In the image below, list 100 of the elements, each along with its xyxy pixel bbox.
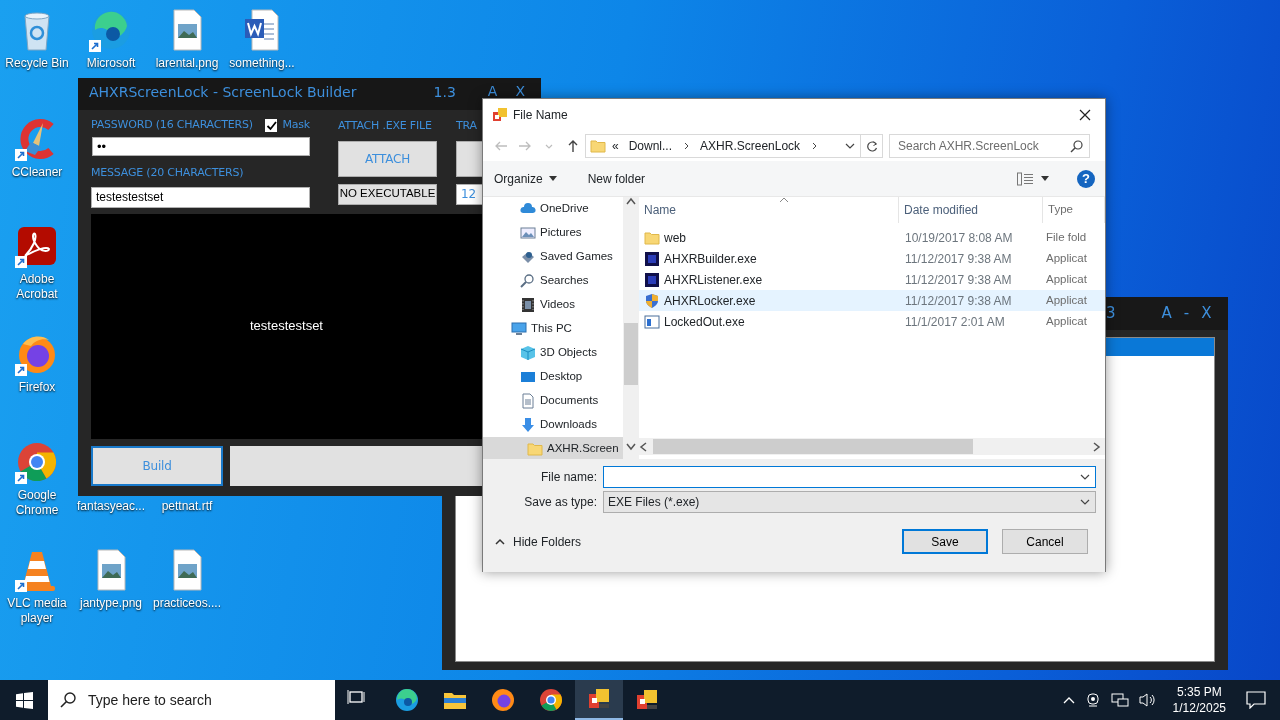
check-icon [265, 119, 277, 131]
breadcrumb[interactable]: AXHR.ScreenLock [700, 137, 801, 155]
preview-text: testestestset [250, 317, 323, 336]
speaker-icon[interactable] [1138, 692, 1157, 708]
nav-item[interactable]: Searches [483, 269, 623, 293]
nav-item[interactable]: Videos [483, 293, 623, 317]
clock[interactable]: 5:35 PM 1/12/2025 [1172, 684, 1226, 716]
folder-icon [590, 138, 606, 154]
window-control[interactable]: A [487, 85, 498, 98]
breadcrumb[interactable]: « [612, 137, 619, 155]
window-control[interactable]: X [1201, 302, 1212, 325]
file-row[interactable]: AHXRListener.exe 11/12/2017 9:38 AM Applicat [639, 269, 1105, 290]
new-folder-button[interactable]: New folder [587, 169, 646, 188]
search-icon [520, 273, 536, 289]
window-control[interactable]: A [1161, 302, 1172, 325]
scroll-thumb[interactable] [653, 439, 973, 454]
pictures-icon [520, 225, 536, 241]
search-icon [1070, 139, 1083, 153]
chevron-up-icon [495, 538, 505, 545]
videos-icon [520, 297, 536, 313]
help-button[interactable]: ? [1077, 169, 1095, 188]
network-icon[interactable] [1110, 692, 1129, 708]
password-field[interactable]: •• [92, 137, 310, 156]
folder-icon [644, 229, 660, 246]
browser-icon[interactable] [491, 688, 515, 712]
window-title: AHXRScreenLock - ScreenLock Builder [89, 84, 357, 100]
column-header[interactable]: Type [1043, 197, 1105, 223]
save-button[interactable]: Save [902, 529, 988, 554]
window-control[interactable]: X [515, 85, 525, 98]
search-icon [60, 692, 76, 708]
message-field[interactable]: testestestset [91, 186, 310, 208]
file-name-field[interactable] [603, 466, 1096, 488]
chevron-up-icon[interactable] [626, 197, 636, 205]
chevron-left-icon[interactable] [639, 441, 647, 452]
scrollbar[interactable] [639, 438, 1105, 455]
webcam-icon[interactable] [1084, 692, 1101, 708]
nav-item[interactable]: Documents [483, 389, 623, 413]
app-icon [644, 250, 660, 267]
field-label: PASSWORD (16 CHARACTERS) [91, 116, 253, 133]
hide-folders-button[interactable]: Hide Folders [495, 532, 582, 551]
file-row[interactable]: LockedOut.exe 11/1/2017 2:01 AM Applicat [639, 311, 1105, 332]
mask-checkbox[interactable] [264, 118, 278, 132]
chevron-right-icon[interactable] [1093, 441, 1101, 452]
nav-item[interactable]: Saved Games [483, 245, 623, 269]
button[interactable] [456, 140, 483, 177]
scrollbar[interactable] [623, 197, 639, 459]
folder-icon [527, 441, 543, 457]
notification-icon[interactable] [1246, 691, 1266, 709]
taskbar-search-field[interactable]: Type here to search [48, 680, 335, 720]
field-label: Save as type: [523, 494, 598, 511]
app-icon [492, 107, 508, 123]
games-icon [520, 249, 536, 265]
nav-item[interactable]: Downloads [483, 413, 623, 437]
documents-icon [520, 393, 536, 409]
caret-icon [548, 176, 557, 181]
view-options-icon[interactable] [1017, 171, 1033, 186]
field-label: TRA [456, 118, 478, 134]
file-row[interactable]: web 10/19/2017 8:08 AM File fold [639, 227, 1105, 248]
downloads-icon [520, 417, 536, 433]
cancel-button[interactable]: Cancel [1002, 529, 1088, 554]
refresh-icon[interactable] [865, 140, 878, 152]
up-arrow-icon[interactable] [566, 139, 580, 153]
cube-icon [520, 345, 536, 361]
nav-item[interactable]: This PC [483, 317, 623, 341]
search-field[interactable]: Search AXHR.ScreenLock [889, 134, 1090, 158]
caret-icon[interactable] [1041, 176, 1049, 181]
chevron-down-icon[interactable] [626, 443, 636, 451]
close-icon [1079, 109, 1091, 121]
organize-menu[interactable]: Organize [494, 169, 557, 188]
nav-item[interactable]: OneDrive [483, 197, 623, 221]
app-icon [644, 271, 660, 288]
address-bar[interactable]: « Downl... AXHR.ScreenLock [585, 134, 883, 158]
nav-item[interactable]: Desktop [483, 365, 623, 389]
column-header[interactable]: Date modified [899, 197, 1043, 223]
field-label: File name: [539, 469, 598, 486]
file-type-dropdown[interactable]: EXE Files (*.exe) [603, 491, 1096, 513]
search-placeholder: Search AXHR.ScreenLock [898, 138, 1039, 155]
file-row[interactable]: AHXRBuilder.exe 11/12/2017 9:38 AM Applicat [639, 248, 1105, 269]
breadcrumb[interactable]: Downl... [628, 137, 673, 155]
checkbox-label[interactable]: Mask [282, 116, 310, 134]
status-field: NO EXECUTABLE [338, 183, 437, 205]
pc-icon [511, 321, 527, 337]
nav-item[interactable]: 3D Objects [483, 341, 623, 365]
window-control[interactable]: - [1183, 302, 1190, 325]
browser-icon[interactable] [395, 688, 419, 712]
window-icon [644, 313, 660, 330]
version-label: 1.3 [433, 84, 456, 100]
browser-icon[interactable] [539, 688, 563, 712]
desktop-icon [520, 369, 536, 385]
app-icon[interactable] [587, 687, 611, 711]
scroll-thumb[interactable] [624, 323, 638, 385]
chevron-right-icon [810, 141, 819, 151]
column-header[interactable]: Name [639, 197, 899, 223]
dialog-title: File Name [513, 107, 568, 124]
nav-item[interactable]: Pictures [483, 221, 623, 245]
start-icon[interactable] [15, 691, 33, 709]
file-row[interactable]: AHXRLocker.exe 11/12/2017 9:38 AM Applicat [639, 290, 1105, 311]
window-title: 3 [1106, 303, 1116, 325]
nav-item[interactable]: AXHR.Screen [483, 437, 623, 459]
app-icon[interactable] [635, 688, 659, 712]
